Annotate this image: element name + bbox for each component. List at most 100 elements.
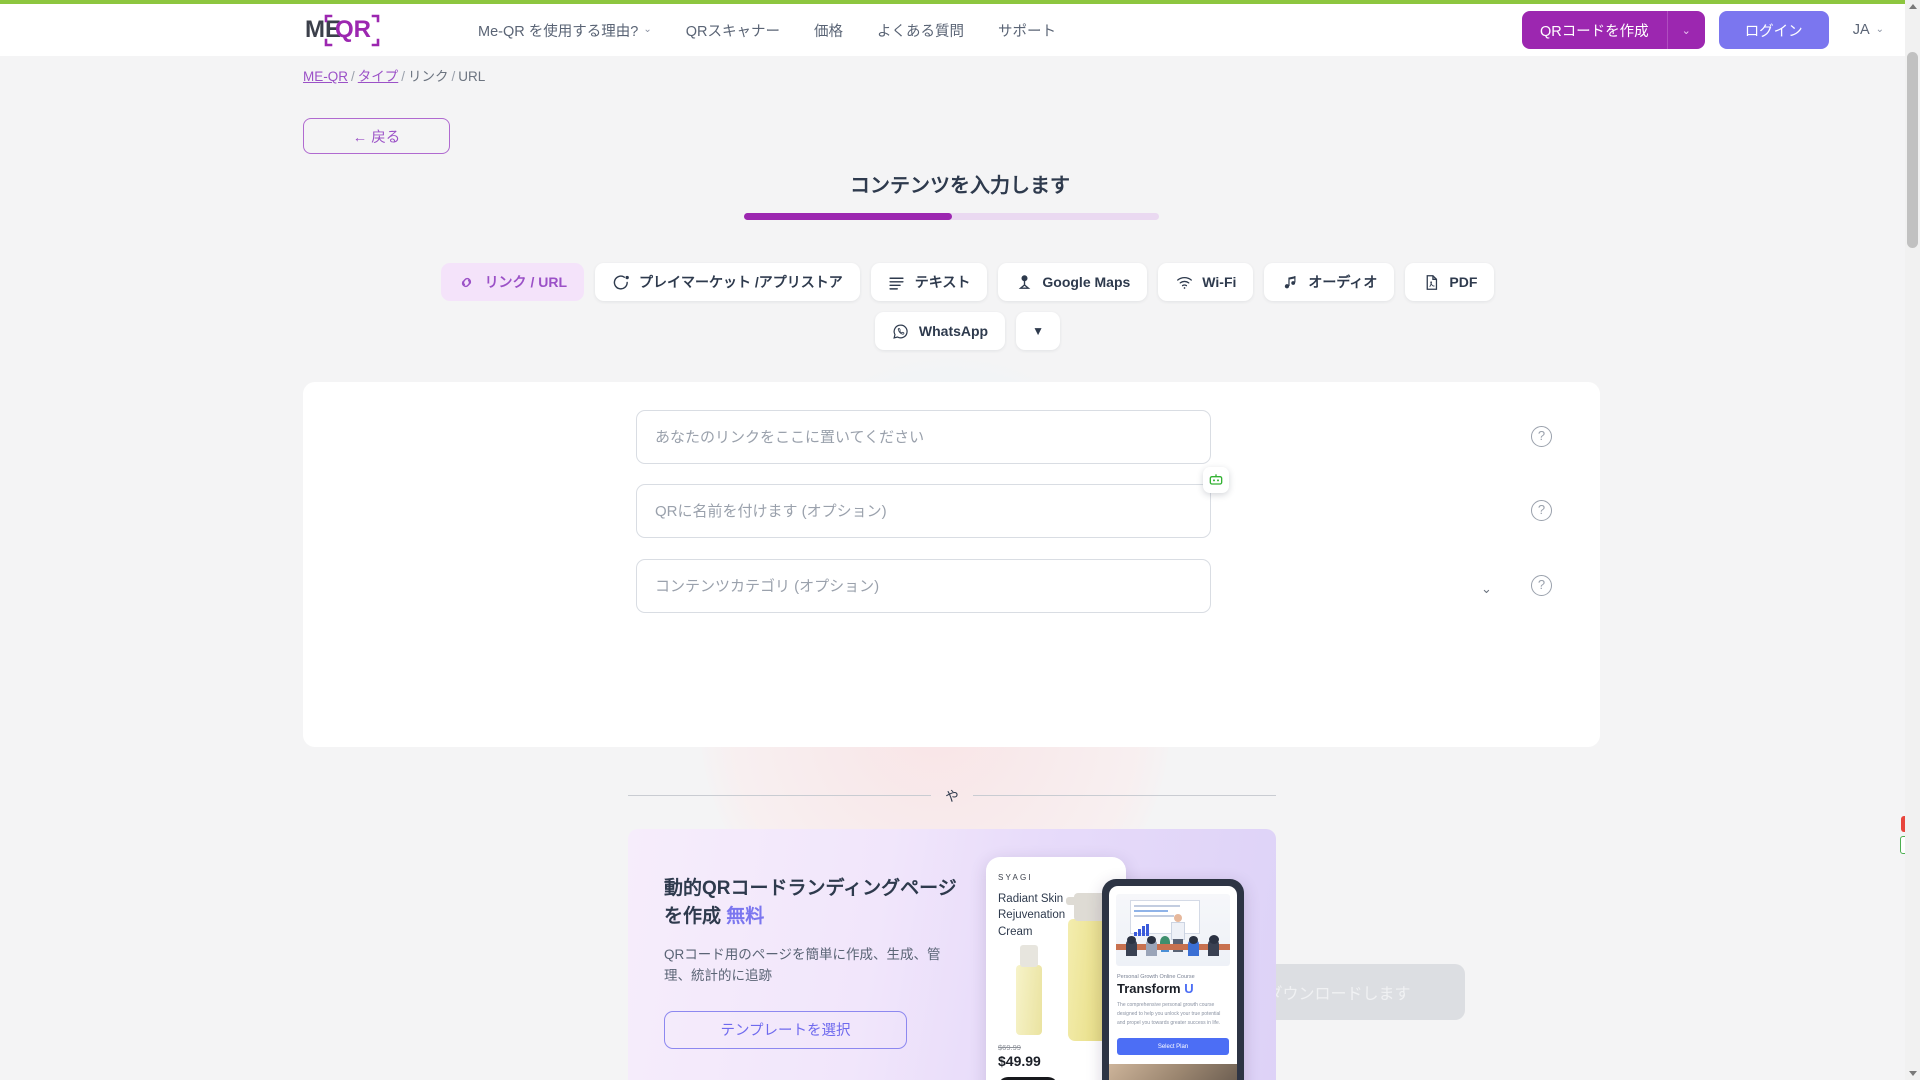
promo-heading-accent: 無料	[726, 906, 764, 927]
tab-label-audio: オーディオ	[1308, 272, 1377, 292]
breadcrumb-item-type[interactable]: タイプ	[358, 69, 399, 84]
course-title-main: Transform	[1117, 981, 1181, 996]
course-screen: Personal Growth Online Course Transform …	[1109, 886, 1237, 1080]
nav-label-faq: よくある質問	[877, 20, 964, 41]
course-select-plan-button: Select Plan	[1117, 1038, 1229, 1055]
tab-label-link-url: リンク / URL	[485, 272, 567, 292]
course-title: Transform U	[1117, 981, 1194, 996]
link-icon	[458, 273, 476, 291]
product-bottle-small	[1016, 965, 1042, 1035]
audience-hair	[1189, 936, 1198, 944]
chevron-down-icon: ⌄	[1682, 24, 1691, 37]
tab-play-market-app-store[interactable]: プレイマーケット /アプリストア	[595, 263, 860, 301]
bar-chart-icon	[1134, 924, 1150, 936]
scrollbar-thumb[interactable]	[1907, 52, 1918, 248]
chevron-down-icon: ⌄	[1876, 25, 1884, 35]
promo-text-block: 動的QRコードランディングページを作成 無料 QRコード用のページを簡単に作成、…	[664, 875, 964, 1049]
audience-hair	[1127, 936, 1136, 944]
map-pin-icon	[1015, 273, 1033, 291]
top-accent-bar	[0, 0, 1920, 4]
qr-name-help-icon[interactable]: ?	[1531, 500, 1552, 521]
course-description: The comprehensive personal growth course…	[1117, 1001, 1227, 1027]
divider-line-left	[628, 795, 931, 796]
product-title: Radiant Skin Rejuvenation Cream	[998, 891, 1076, 940]
meqr-logo-icon: ME QR	[305, 11, 381, 49]
tab-pdf[interactable]: PDF	[1405, 263, 1494, 301]
appstore-icon	[612, 273, 630, 291]
product-brand: SYAGI	[998, 873, 1033, 882]
nav-label-qr-scanner: QRスキャナー	[686, 20, 780, 41]
meqr-logo[interactable]: ME QR	[303, 10, 383, 50]
or-divider: や	[628, 785, 1276, 805]
whiteboard-line	[1134, 915, 1174, 917]
svg-text:QR: QR	[335, 16, 371, 43]
header-actions: QRコードを作成 ⌄ ログイン JA ⌄	[1522, 4, 1920, 56]
text-lines-icon	[888, 273, 906, 291]
course-photo	[1109, 1064, 1237, 1080]
wifi-icon	[1175, 273, 1193, 291]
content-form-card: ? ? ⌄ ? QRをカスタマイズしてダウンロードします	[303, 382, 1600, 747]
course-illustration	[1116, 894, 1230, 966]
more-types-button[interactable]: ▼	[1016, 312, 1060, 350]
pdf-file-icon	[1422, 273, 1440, 291]
product-price: $49.99	[998, 1053, 1041, 1069]
chevron-down-icon: ⌄	[1481, 581, 1492, 597]
breadcrumb-item-link: リンク	[408, 69, 449, 84]
progress-bar-fill	[744, 213, 952, 220]
whiteboard-line	[1134, 910, 1168, 912]
chatbot-assistant-icon[interactable]	[1203, 467, 1229, 493]
url-input[interactable]	[636, 410, 1211, 464]
course-title-accent: U	[1184, 981, 1193, 996]
site-header: ME QR Me-QR を使用する理由? ⌄ QRスキャナー 価格 よくある質問…	[0, 4, 1920, 56]
main-navigation: Me-QR を使用する理由? ⌄ QRスキャナー 価格 よくある質問 サポート	[478, 4, 1056, 56]
back-button[interactable]: ← 戻る	[303, 118, 450, 154]
create-qr-dropdown-button[interactable]: ⌄	[1667, 11, 1705, 49]
qr-type-tabs: リンク / URL プレイマーケット /アプリストア テキスト	[410, 263, 1525, 350]
content-category-select[interactable]	[636, 559, 1211, 613]
language-selector[interactable]: JA ⌄	[1853, 22, 1884, 38]
tab-wifi[interactable]: Wi-Fi	[1158, 263, 1253, 301]
tab-google-maps[interactable]: Google Maps	[998, 263, 1147, 301]
nav-item-faq[interactable]: よくある質問	[877, 20, 964, 41]
whiteboard-line	[1134, 905, 1180, 907]
breadcrumb-separator: /	[401, 69, 405, 84]
create-qr-button[interactable]: QRコードを作成	[1522, 11, 1667, 49]
landing-page-promo-banner[interactable]: 動的QRコードランディングページを作成 無料 QRコード用のページを簡単に作成、…	[628, 829, 1276, 1080]
vertical-scrollbar[interactable]	[1905, 0, 1920, 1080]
scroll-up-arrow-icon[interactable]	[1909, 4, 1917, 9]
tab-label-pdf: PDF	[1449, 274, 1477, 290]
tab-text[interactable]: テキスト	[871, 263, 988, 301]
phone-mockup-course: Personal Growth Online Course Transform …	[1102, 879, 1244, 1080]
page-title: コンテンツを入力します	[610, 169, 1310, 198]
nav-item-pricing[interactable]: 価格	[814, 20, 843, 41]
nav-item-why-me-qr[interactable]: Me-QR を使用する理由? ⌄	[478, 20, 652, 41]
breadcrumb-separator: /	[351, 69, 355, 84]
breadcrumb-item-me-qr[interactable]: ME-QR	[303, 69, 348, 84]
category-help-icon[interactable]: ?	[1531, 575, 1552, 596]
presenter-body	[1171, 922, 1185, 940]
nav-item-support[interactable]: サポート	[998, 20, 1056, 41]
url-help-icon[interactable]: ?	[1531, 426, 1552, 447]
scroll-down-arrow-icon[interactable]	[1909, 1071, 1917, 1076]
breadcrumb-separator: /	[452, 69, 456, 84]
login-button[interactable]: ログイン	[1719, 11, 1829, 49]
tab-audio[interactable]: オーディオ	[1264, 263, 1394, 301]
nav-label-pricing: 価格	[814, 20, 843, 41]
promo-description: QRコード用のページを簡単に作成、生成、管理、統計的に追跡	[664, 945, 964, 987]
language-label: JA	[1853, 22, 1870, 38]
tab-whatsapp[interactable]: WhatsApp	[875, 312, 1005, 350]
qr-name-input[interactable]	[636, 484, 1211, 538]
music-note-icon	[1281, 273, 1299, 291]
page-body: </PATANO> ME-QR/タイプ/リンク/URL ← 戻る コンテンツを入…	[0, 56, 1920, 1080]
tab-link-url[interactable]: リンク / URL	[441, 263, 584, 301]
audience-hair	[1209, 935, 1219, 944]
tab-label-google-maps: Google Maps	[1042, 274, 1130, 290]
breadcrumb-item-url: URL	[458, 69, 485, 84]
divider-line-right	[973, 795, 1276, 796]
breadcrumb: ME-QR/タイプ/リンク/URL	[303, 65, 485, 85]
nav-item-qr-scanner[interactable]: QRスキャナー	[686, 20, 780, 41]
tab-label-text: テキスト	[915, 272, 971, 292]
select-template-button[interactable]: テンプレートを選択	[664, 1011, 907, 1049]
audience-hair	[1147, 936, 1156, 944]
product-cap-small	[1020, 945, 1038, 967]
